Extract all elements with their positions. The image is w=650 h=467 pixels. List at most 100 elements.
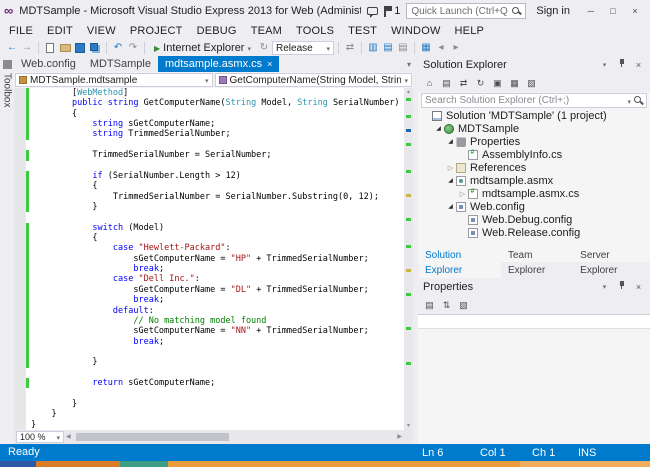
collapse-arrow-icon[interactable]: ◢ <box>446 138 455 145</box>
code-line[interactable]: sGetComputerName = "NN" + TrimmedSerialN… <box>14 326 404 336</box>
code-line[interactable]: if (SerialNumber.Length > 12) <box>14 171 404 181</box>
menu-item-tools[interactable]: TOOLS <box>289 25 341 37</box>
code-line[interactable]: // No matching model found <box>14 316 404 326</box>
tree-item[interactable]: ◢mdtsample.asmx <box>418 174 650 187</box>
properties-grid[interactable] <box>418 314 650 444</box>
code-line[interactable] <box>14 347 404 357</box>
properties-header[interactable]: Properties × <box>418 278 650 296</box>
navigate-forward-icon[interactable]: → <box>20 41 34 55</box>
categorized-icon[interactable]: ▤ <box>422 298 437 312</box>
sign-in-button[interactable]: Sign in <box>532 5 574 17</box>
next-bookmark-icon[interactable]: ▸ <box>449 41 463 55</box>
solution-configuration-dropdown[interactable]: Release <box>272 41 334 55</box>
code-line[interactable] <box>14 212 404 222</box>
scroll-right-icon[interactable]: ▶ <box>397 433 402 440</box>
panel-tab-team-explorer[interactable]: Team Explorer <box>502 248 573 278</box>
minimize-button[interactable]: ─ <box>580 2 602 20</box>
code-line[interactable]: default: <box>14 306 404 316</box>
expand-arrow-icon[interactable]: ▷ <box>458 190 467 198</box>
property-pages-icon[interactable]: ▧ <box>456 298 471 312</box>
refresh-icon[interactable]: ↻ <box>473 76 488 90</box>
menu-item-file[interactable]: FILE <box>2 25 40 37</box>
menu-item-view[interactable]: VIEW <box>80 25 123 37</box>
tree-item[interactable]: AssemblyInfo.cs <box>418 148 650 161</box>
expand-arrow-icon[interactable]: ▷ <box>446 164 455 172</box>
properties-icon[interactable]: ▧ <box>524 76 539 90</box>
navigate-back-icon[interactable]: ← <box>5 41 19 55</box>
code-line[interactable]: break; <box>14 295 404 305</box>
code-line[interactable]: sGetComputerName = "DL" + TrimmedSerialN… <box>14 285 404 295</box>
save-icon[interactable] <box>73 41 87 55</box>
close-panel-icon[interactable]: × <box>632 58 645 72</box>
tree-item[interactable]: ◢MDTSample <box>418 122 650 135</box>
code-line[interactable] <box>14 140 404 150</box>
notifications-button[interactable]: 1 <box>384 5 400 17</box>
sync-with-active-document-icon[interactable]: ⇄ <box>456 76 471 90</box>
code-line[interactable]: } <box>14 399 404 409</box>
undo-icon[interactable]: ↶ <box>111 41 125 55</box>
solution-explorer-header[interactable]: Solution Explorer × <box>418 56 650 74</box>
menu-item-test[interactable]: TEST <box>341 25 384 37</box>
redo-icon[interactable]: ↷ <box>126 41 140 55</box>
tree-item[interactable]: ▷mdtsample.asmx.cs <box>418 187 650 200</box>
solution-search-input[interactable]: Search Solution Explorer (Ctrl+;) <box>421 93 647 108</box>
code-line[interactable]: } <box>14 357 404 367</box>
code-editor[interactable]: [WebMethod] public string GetComputerNam… <box>14 88 404 430</box>
open-file-icon[interactable] <box>58 41 72 55</box>
code-line[interactable] <box>14 161 404 171</box>
comment-selection-icon[interactable]: ▤ <box>381 41 395 55</box>
quick-launch-input[interactable]: Quick Launch (Ctrl+Q) <box>406 3 526 19</box>
zoom-dropdown[interactable]: 100 % <box>16 431 64 443</box>
code-line[interactable]: switch (Model) <box>14 223 404 233</box>
switch-views-icon[interactable]: ▤ <box>439 76 454 90</box>
new-file-icon[interactable] <box>43 41 57 55</box>
code-line[interactable]: case "Hewlett-Packard": <box>14 243 404 253</box>
auto-hide-pin-icon[interactable] <box>615 280 628 294</box>
code-line[interactable]: case "Dell Inc.": <box>14 274 404 284</box>
member-dropdown[interactable]: GetComputerName(String Model, String Ser… <box>215 73 413 87</box>
menu-item-project[interactable]: PROJECT <box>123 25 190 37</box>
menu-item-debug[interactable]: DEBUG <box>190 25 244 37</box>
collapse-arrow-icon[interactable]: ◢ <box>446 203 455 210</box>
editor-vscrollbar[interactable]: ▲ ▼ <box>404 88 413 430</box>
editor-hscrollbar[interactable]: ◀ ▶ <box>64 430 404 444</box>
code-line[interactable]: string TrimmedSerialNumber; <box>14 129 404 139</box>
toggle-bookmark-icon[interactable]: ▦ <box>419 41 433 55</box>
code-line[interactable]: { <box>14 109 404 119</box>
code-line[interactable]: } <box>14 420 404 430</box>
code-line[interactable]: TrimmedSerialNumber = SerialNumber.Subst… <box>14 192 404 202</box>
collapse-arrow-icon[interactable]: ◢ <box>434 125 443 132</box>
type-dropdown[interactable]: MDTSample.mdtsample <box>15 73 213 87</box>
toolbox-tab[interactable]: Toolbox <box>0 56 14 107</box>
tree-item[interactable]: ◢Properties <box>418 135 650 148</box>
refresh-browser-icon[interactable]: ↻ <box>257 41 271 55</box>
tree-item[interactable]: Solution 'MDTSample' (1 project) <box>418 109 650 122</box>
home-icon[interactable]: ⌂ <box>422 76 437 90</box>
close-panel-icon[interactable]: × <box>632 280 645 294</box>
tab-web-config[interactable]: Web.config <box>14 56 83 72</box>
code-line[interactable]: break; <box>14 337 404 347</box>
collapse-arrow-icon[interactable]: ◢ <box>446 177 455 184</box>
menu-item-team[interactable]: TEAM <box>244 25 289 37</box>
taskbar-strip[interactable] <box>0 461 650 467</box>
code-line[interactable]: } <box>14 409 404 419</box>
scroll-left-icon[interactable]: ◀ <box>66 433 71 440</box>
start-debug-button[interactable]: ▶Internet Explorer <box>149 42 256 54</box>
tab-overflow-icon[interactable]: ▾ <box>407 60 411 69</box>
uncomment-selection-icon[interactable]: ▤ <box>396 41 410 55</box>
show-all-files-icon[interactable]: ▦ <box>507 76 522 90</box>
close-button[interactable]: × <box>624 2 646 20</box>
tree-item[interactable]: Web.Debug.config <box>418 213 650 226</box>
scroll-up-icon[interactable]: ▲ <box>404 88 413 96</box>
tab-mdtsample[interactable]: MDTSample <box>83 56 158 72</box>
menu-item-window[interactable]: WINDOW <box>384 25 447 37</box>
code-line[interactable]: TrimmedSerialNumber = SerialNumber; <box>14 150 404 160</box>
menu-item-help[interactable]: HELP <box>448 25 492 37</box>
hscroll-thumb[interactable] <box>76 433 229 441</box>
feedback-icon[interactable] <box>367 7 378 15</box>
tree-item[interactable]: ◢Web.config <box>418 200 650 213</box>
code-line[interactable]: } <box>14 202 404 212</box>
attach-to-process-icon[interactable]: ⇄ <box>343 41 357 55</box>
tab-mdtsample-asmx-cs[interactable]: mdtsample.asmx.cs× <box>158 56 279 72</box>
code-line[interactable] <box>14 388 404 398</box>
